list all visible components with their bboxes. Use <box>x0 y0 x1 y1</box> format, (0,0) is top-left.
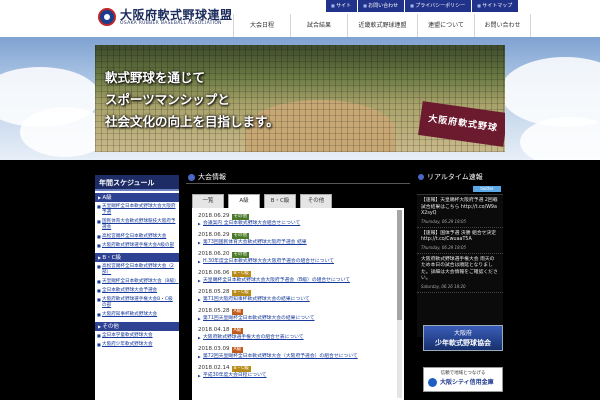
sidebar-list-a: 天皇賜杯全日本軟式野球大会大阪府予選 国民体育大会軟式野球競技大阪府予選会 高松… <box>95 202 179 253</box>
tweet-time: Thursday, 06.29 18:05 <box>421 218 467 224</box>
sidebar-section-a[interactable]: A級 <box>95 193 179 202</box>
sidebar-item[interactable]: 高松宮賜杯全日本軟式野球大会 <box>97 234 177 240</box>
tab-bc[interactable]: B・C級 <box>264 194 296 208</box>
hero-line-2: スポーツマンシップと <box>105 92 230 107</box>
tweet-text[interactable]: 【速報】天皇賜杯大阪府予選 2回戦 試合結果はこちら http://t.co/W… <box>421 198 499 218</box>
sidebar-body: A級 天皇賜杯全日本軟式野球大会大阪府予選 国民体育大会軟式野球競技大阪府予選会… <box>95 193 179 352</box>
sidebar-item[interactable]: 天皇賜杯全日本軟式野球大会（B級） <box>97 279 179 285</box>
news-date: 2018.02.14 <box>198 365 230 371</box>
news-item: 2018.06.06B・C級天皇賜杯全日本軟式野球大会大阪府予選会（B級）の組合… <box>198 269 396 285</box>
news-item: 2018.02.14B・C級平成30年度大会日程について <box>198 364 396 380</box>
news-link[interactable]: 第71回大阪府知事杯軟式野球大会の結果について <box>198 296 396 304</box>
news-link[interactable]: 平成30年度大会日程について <box>198 372 396 380</box>
news-title: 大会情報 <box>186 171 410 184</box>
news-date: 2018.05.28 <box>198 289 230 295</box>
tab-a[interactable]: A級 <box>228 194 260 208</box>
news-tabs: 一覧 A級 B・C級 その他 <box>192 194 336 208</box>
sidebar-title: 年間スケジュール <box>95 175 179 191</box>
news-item: 2018.03.09A級第72回天皇賜杯全日本軟式野球大会（大阪府予選会）の組合… <box>198 345 396 361</box>
news-link[interactable]: 第72回天皇賜杯全日本軟式野球大会（大阪府予選会）の組合せについて <box>198 353 396 361</box>
news-item: 2018.05.28A級第71回天皇賜杯全日本軟式野球大会の結果について <box>198 307 396 323</box>
top-link-sitemap[interactable]: サイトマップ <box>472 0 519 12</box>
realtime-title: リアルタイム速報 <box>417 171 503 184</box>
news-item: 2018.06.29その他第73回国民体育大会軟式野球大阪府予選会 結果 <box>198 231 396 247</box>
hero-banner: 大阪府軟式野球 軟式野球を通じて スポーツマンシップと 社会文化の向上を目指しま… <box>0 37 600 160</box>
tweet: 【速報】国体予選 決勝 組合せ決定 http://t.co/CwuaaT5A Th… <box>417 228 503 254</box>
sidebar-item[interactable]: 全日本学童軟式野球大会 <box>97 333 177 339</box>
nav-about[interactable]: 連盟について <box>417 14 474 37</box>
news-link[interactable]: 第73回国民体育大会軟式野球大阪府予選会 結果 <box>198 239 396 247</box>
news-date: 2018.03.09 <box>198 346 230 352</box>
hero-photo: 大阪府軟式野球 軟式野球を通じて スポーツマンシップと 社会文化の向上を目指しま… <box>95 45 505 152</box>
tweet: 【速報】天皇賜杯大阪府予選 2回戦 試合結果はこちら http://t.co/W… <box>417 195 503 228</box>
logo-emblem-icon <box>98 8 116 26</box>
banner1-line1: 大阪府 <box>453 330 472 337</box>
news-link[interactable]: 第71回天皇賜杯全日本軟式野球大会の結果について <box>198 315 396 323</box>
news-link[interactable]: 会議案内 全日本軟式野球大会組合せについて <box>198 220 396 228</box>
sidebar-item[interactable]: 全日本軟式野球大会予選会 <box>97 288 177 294</box>
tweet-time: Thursday, 06.29 18:05 <box>421 244 467 250</box>
banner1-line2: 少年軟式野球協会 <box>435 338 491 347</box>
sidebar-item[interactable]: 大阪府軟式野球選手権大会B・C級の部 <box>97 297 177 309</box>
top-link-site[interactable]: サイト <box>326 0 358 12</box>
banner2-line1: 信頼で地域とつなげる <box>440 371 486 376</box>
sponsor-banner[interactable]: 信頼で地域とつなげる 大阪シティ信用金庫 <box>423 367 503 392</box>
cloud-decoration <box>500 57 600 127</box>
news-date: 2018.06.29 <box>198 232 230 238</box>
hero-line-1: 軟式野球を通じて <box>105 70 206 85</box>
news-date: 2018.06.29 <box>198 213 230 219</box>
news-date: 2018.06.06 <box>198 270 230 276</box>
top-link-contact[interactable]: お問い合わせ <box>358 0 405 12</box>
sidebar-item[interactable]: 国民体育大会軟式野球競技大阪府予選会 <box>97 219 177 231</box>
hero-line-3: 社会文化の向上を目指します。 <box>105 114 279 129</box>
global-nav: 大会日程 試合結果 近畿軟式野球連盟 連盟について お問い合わせ <box>233 14 531 37</box>
sidebar-list-bc: 高松宮賜杯全日本軟式野球大会（2部） 天皇賜杯全日本軟式野球大会（B級） 全日本… <box>95 262 179 322</box>
utility-links: サイト お問い合わせ プライバシーポリシー サイトマップ <box>326 0 519 12</box>
cloud-decoration <box>520 117 600 160</box>
sidebar-section-other[interactable]: その他 <box>95 322 179 331</box>
news-link[interactable]: 天皇賜杯全日本軟式野球大会大阪府予選会（B級）の組合せについて <box>198 277 396 285</box>
news-date: 2018.06.20 <box>198 251 230 257</box>
realtime-section: リアルタイム速報 twitter 【速報】天皇賜杯大阪府予選 2回戦 試合結果は… <box>417 171 503 400</box>
youth-association-banner[interactable]: 大阪府 少年軟式野球協会 <box>423 325 503 351</box>
nav-kinki[interactable]: 近畿軟式野球連盟 <box>347 14 417 37</box>
sidebar-item[interactable]: 大阪府知事杯軟式野球大会 <box>97 312 177 318</box>
news-date: 2018.04.18 <box>198 327 230 333</box>
top-link-privacy[interactable]: プライバシーポリシー <box>405 0 472 12</box>
sidebar-item[interactable]: 高松宮賜杯全日本軟式野球大会（2部） <box>97 264 177 276</box>
news-date: 2018.05.28 <box>198 308 230 314</box>
news-scrollbar-thumb[interactable] <box>397 210 402 320</box>
news-item: 2018.06.20その他H.30年度全日本軟式野球大会大阪府予選会の組合せにつ… <box>198 250 396 266</box>
sidebar-item[interactable]: 天皇賜杯全日本軟式野球大会大阪府予選 <box>97 204 177 216</box>
twitter-badge[interactable]: twitter <box>473 186 501 192</box>
tweet-text[interactable]: 大阪府軟式野球選手権大会 雨天のため本日の試合は順延となりました。詳細は大会情報… <box>421 257 499 283</box>
tweet-text[interactable]: 【速報】国体予選 決勝 組合せ決定 http://t.co/CwuaaT5A <box>421 231 499 244</box>
logo-subtitle: OSAKA RUBBER BASEBALL ASSOCIATION <box>120 21 222 26</box>
news-section: 大会情報 一覧 A級 B・C級 その他 2018.06.29その他会議案内 全日… <box>186 171 410 400</box>
tab-all[interactable]: 一覧 <box>192 194 224 208</box>
nav-contact[interactable]: お問い合わせ <box>474 14 531 37</box>
tweet-panel[interactable]: 【速報】天皇賜杯大阪府予選 2回戦 試合結果はこちら http://t.co/W… <box>417 194 503 337</box>
news-item: 2018.04.18A級大阪府軟式野球選手権大会の組合せ表について <box>198 326 396 342</box>
tweet: 大阪府軟式野球選手権大会 雨天のため本日の試合は順延となりました。詳細は大会情報… <box>417 254 503 293</box>
banner2-line2: 大阪シティ信用金庫 <box>426 377 500 388</box>
sidebar-item[interactable]: 大阪府少年軟式野球大会 <box>97 342 177 348</box>
news-item: 2018.05.28B・C級第71回大阪府知事杯軟式野球大会の結果について <box>198 288 396 304</box>
hero-copy: 軟式野球を通じて スポーツマンシップと 社会文化の向上を目指します。 <box>105 67 279 133</box>
tweet-time: Saturday, 06.16 18:20 <box>421 283 466 289</box>
sidebar-item[interactable]: 大阪府軟式野球選手権大会A級の部 <box>97 243 177 249</box>
news-link[interactable]: H.30年度全日本軟式野球大会大阪府予選会の組合せについて <box>198 258 396 266</box>
site-header: 大阪府軟式野球連盟 OSAKA RUBBER BASEBALL ASSOCIAT… <box>0 0 600 37</box>
sidebar-list-other: 全日本学童軟式野球大会 大阪府少年軟式野球大会 <box>95 331 179 352</box>
tab-other[interactable]: その他 <box>300 194 332 208</box>
news-panel: 2018.06.29その他会議案内 全日本軟式野球大会組合せについて2018.0… <box>192 208 404 400</box>
news-scrollbar[interactable] <box>397 210 402 398</box>
news-list: 2018.06.29その他会議案内 全日本軟式野球大会組合せについて2018.0… <box>192 208 404 380</box>
news-link[interactable]: 大阪府軟式野球選手権大会の組合せ表について <box>198 334 396 342</box>
nav-results[interactable]: 試合結果 <box>290 14 347 37</box>
news-item: 2018.06.29その他会議案内 全日本軟式野球大会組合せについて <box>198 212 396 228</box>
sidebar-section-bc[interactable]: B・C級 <box>95 253 179 262</box>
nav-schedule[interactable]: 大会日程 <box>233 14 290 37</box>
